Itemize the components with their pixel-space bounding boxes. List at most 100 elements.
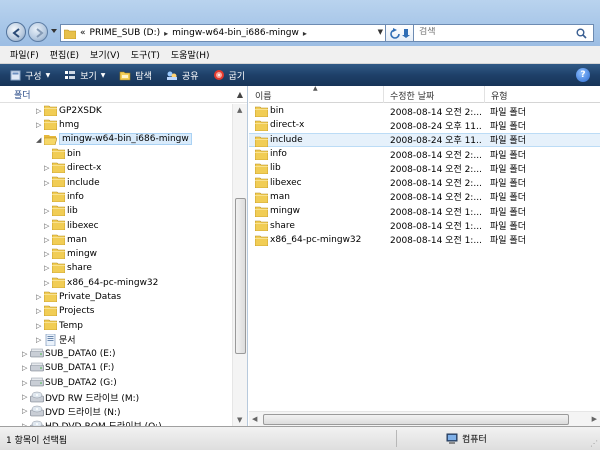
tree-item[interactable]: ▷ share (0, 261, 232, 275)
tree-expand-icon[interactable]: ▷ (44, 164, 49, 172)
tree-expand-icon[interactable]: ▷ (44, 279, 49, 287)
left-scroll-thumb[interactable] (235, 198, 246, 354)
help-icon[interactable]: ? (576, 68, 590, 82)
tree-item[interactable]: ▷ include (0, 175, 232, 189)
tree-item[interactable]: ▷ Private_Datas (0, 290, 232, 304)
menu-file[interactable]: 파일(F) (10, 48, 39, 61)
views-caret-icon: ▼ (100, 71, 106, 79)
file-row[interactable]: man 2008-08-14 오전 2:... 파일 폴더 (249, 190, 600, 204)
scroll-up-icon[interactable]: ▲ (237, 106, 242, 114)
breadcrumb-prefix[interactable]: « (80, 28, 86, 38)
tree-item[interactable]: ▷ 문서 (0, 333, 232, 347)
tree-expand-icon[interactable]: ▷ (22, 393, 27, 401)
tree-item[interactable]: ▷ SUB_DATA2 (G:) (0, 376, 232, 390)
tree-expand-icon[interactable]: ▷ (44, 207, 49, 215)
column-date-header[interactable]: 수정한 날짜 (384, 86, 485, 103)
breadcrumb-separator-icon[interactable]: ▸ (303, 29, 307, 38)
views-label: 보기 (80, 71, 97, 82)
tree-expand-icon[interactable]: ▷ (44, 236, 49, 244)
breadcrumb-folder[interactable]: mingw-w64-bin_i686-mingw (172, 28, 299, 38)
folder-pane-header[interactable]: 폴더 ▲ (0, 86, 247, 103)
share-button[interactable]: 공유 (166, 69, 199, 82)
views-icon (65, 70, 76, 79)
tree-expand-icon[interactable]: ▷ (36, 336, 41, 344)
file-row[interactable]: info 2008-08-14 오전 2:... 파일 폴더 (249, 147, 600, 161)
tree-item[interactable]: ▷ man (0, 233, 232, 247)
address-dropdown-icon[interactable]: ▼ (378, 28, 383, 36)
tree-expand-icon[interactable]: ▷ (44, 264, 49, 272)
history-dropdown-icon[interactable] (50, 27, 58, 35)
tree-item[interactable]: bin (0, 147, 232, 161)
menu-view[interactable]: 보기(V) (90, 48, 120, 61)
back-button[interactable] (6, 22, 26, 42)
breadcrumb-drive[interactable]: PRIME_SUB (D:) (90, 28, 161, 38)
collapse-chevron-icon[interactable]: ▲ (237, 90, 243, 99)
tree-expand-icon[interactable]: ▷ (22, 379, 27, 387)
tree-expand-icon[interactable]: ▷ (44, 179, 49, 187)
tree-expand-icon[interactable]: ▷ (22, 350, 27, 358)
views-button[interactable]: 보기 ▼ (64, 69, 105, 82)
tree-item[interactable]: ◢ mingw-w64-bin_i686-mingw (0, 133, 232, 147)
tree-item[interactable]: ▷ Projects (0, 304, 232, 318)
menu-tools[interactable]: 도구(T) (131, 48, 160, 61)
tree-item[interactable]: ▷ hmg (0, 118, 232, 132)
tree-item[interactable]: info (0, 190, 232, 204)
column-type-header[interactable]: 유형 (485, 86, 600, 103)
tree-item-label: Private_Datas (59, 292, 122, 302)
left-vertical-scrollbar[interactable]: ▲ ▼ (232, 104, 247, 426)
scroll-left-icon[interactable]: ◀ (252, 415, 257, 423)
file-name: direct-x (270, 120, 305, 131)
tree-expand-icon[interactable]: ▷ (44, 222, 49, 230)
file-row[interactable]: libexec 2008-08-14 오전 2:... 파일 폴더 (249, 175, 600, 189)
tree-expand-icon[interactable]: ▷ (36, 322, 41, 330)
tree-item[interactable]: ▷ SUB_DATA0 (E:) (0, 347, 232, 361)
tree-expand-icon[interactable]: ▷ (22, 364, 27, 372)
tree-expand-icon[interactable]: ▷ (36, 121, 41, 129)
file-name: bin (270, 106, 284, 117)
tree-item[interactable]: ▷ lib (0, 204, 232, 218)
tree-item-label: info (67, 191, 84, 202)
tree-expand-icon[interactable]: ▷ (22, 407, 27, 415)
menu-help[interactable]: 도움말(H) (171, 48, 210, 61)
search-input[interactable] (419, 27, 569, 37)
tree-expand-icon[interactable]: ▷ (44, 250, 49, 258)
breadcrumb[interactable]: « PRIME_SUB (D:) ▸ mingw-w64-bin_i686-mi… (60, 24, 386, 42)
horizontal-scrollbar[interactable]: ◀ ▶ (249, 411, 600, 426)
tree-item[interactable]: ▷ SUB_DATA1 (F:) (0, 361, 232, 375)
file-row[interactable]: x86_64-pc-mingw32 2008-08-14 오전 1:... 파일 폴… (249, 233, 600, 247)
tree-expand-icon[interactable]: ▷ (36, 107, 41, 115)
column-name-header[interactable]: 이름 ▲ (249, 85, 384, 103)
search-icon[interactable] (576, 28, 587, 39)
tree-expand-icon[interactable]: ▷ (36, 293, 41, 301)
breadcrumb-separator-icon[interactable]: ▸ (164, 29, 168, 38)
tree-collapse-icon[interactable]: ◢ (36, 136, 41, 144)
resize-grip-icon[interactable]: ⋰ (590, 439, 598, 448)
tree-item[interactable]: ▷ x86_64-pc-mingw32 (0, 276, 232, 290)
file-row[interactable]: lib 2008-08-14 오전 2:... 파일 폴더 (249, 161, 600, 175)
tree-item[interactable]: ▷ direct-x (0, 161, 232, 175)
burn-button[interactable]: 굽기 (213, 69, 245, 82)
scroll-right-icon[interactable]: ▶ (592, 415, 597, 423)
forward-button[interactable] (28, 22, 48, 42)
tree-item[interactable]: ▷ Temp (0, 318, 232, 332)
folder-icon (43, 319, 58, 333)
explore-button[interactable]: 탐색 (119, 69, 152, 82)
tree-item[interactable]: ▷ DVD 드라이브 (N:) (0, 404, 232, 418)
scroll-down-icon[interactable]: ▼ (237, 416, 242, 424)
horizontal-scroll-thumb[interactable] (263, 414, 569, 425)
tree-expand-icon[interactable]: ▷ (36, 307, 41, 315)
file-row[interactable]: bin 2008-08-14 오전 2:... 파일 폴더 (249, 104, 600, 118)
file-row[interactable]: include 2008-08-24 오후 11... 파일 폴더 (249, 132, 600, 147)
file-row[interactable]: mingw 2008-08-14 오전 1:... 파일 폴더 (249, 204, 600, 218)
tree-item[interactable]: ▷ GP2XSDK (0, 104, 232, 118)
tree-item[interactable]: ▷ mingw (0, 247, 232, 261)
folder-icon (254, 235, 269, 249)
tree-item[interactable]: ▷HD DVD-ROM 드라이브 (O:) (0, 419, 232, 426)
tree-item[interactable]: ▷ DVD RW 드라이브 (M:) (0, 390, 232, 404)
search-box[interactable] (413, 24, 594, 42)
file-row[interactable]: share 2008-08-14 오전 1:... 파일 폴더 (249, 218, 600, 232)
tree-item[interactable]: ▷ libexec (0, 218, 232, 232)
menu-edit[interactable]: 편집(E) (50, 48, 79, 61)
organize-button[interactable]: 구성 ▼ (10, 69, 50, 82)
file-row[interactable]: direct-x 2008-08-24 오후 11... 파일 폴더 (249, 118, 600, 132)
